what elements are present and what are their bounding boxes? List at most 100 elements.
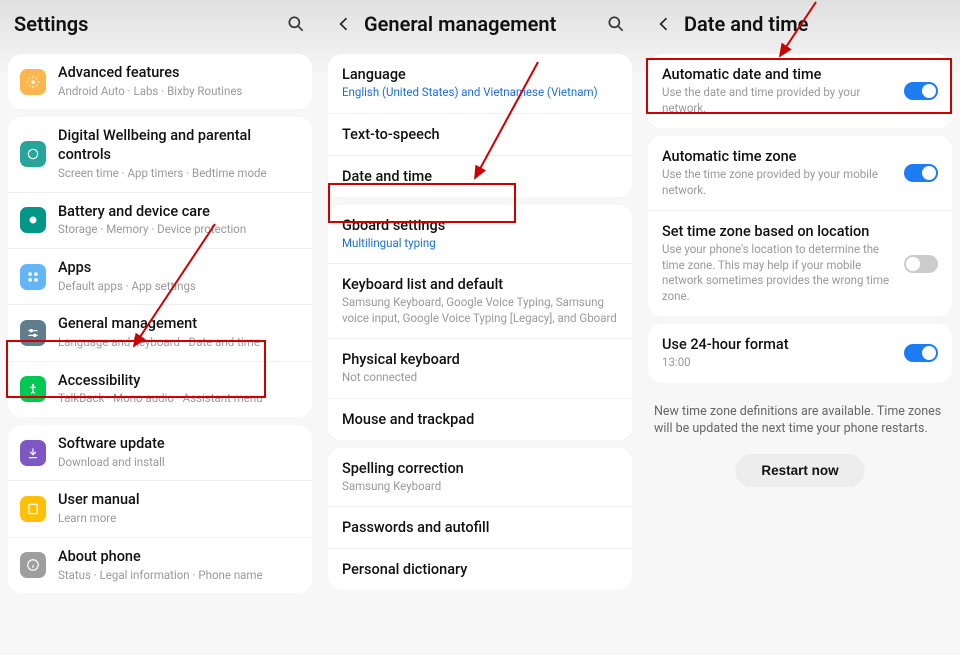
item-label: Mouse and trackpad: [342, 411, 618, 428]
back-icon[interactable]: [654, 14, 674, 34]
item-sub: Use the time zone provided by your mobil…: [662, 167, 896, 198]
item-label: Physical keyboard: [342, 351, 618, 368]
general-icon: [20, 320, 46, 346]
apps-icon: [20, 264, 46, 290]
item-label: Gboard settings: [342, 217, 618, 234]
toggle-auto-timezone[interactable]: [904, 164, 938, 182]
item-label: Spelling correction: [342, 460, 618, 477]
wellbeing-icon: [20, 141, 46, 167]
dt-item-location-timezone[interactable]: Set time zone based on location Use your …: [648, 211, 952, 316]
item-sub: English (United States) and Vietnamese (…: [342, 85, 618, 101]
item-sub: Samsung Keyboard: [342, 479, 618, 495]
settings-item-software-update[interactable]: Software updateDownload and install: [8, 425, 312, 481]
gm-item-spelling[interactable]: Spelling correction Samsung Keyboard: [328, 448, 632, 508]
settings-panel: Settings Advanced featuresAndroid Auto ·…: [0, 0, 320, 655]
restart-now-button[interactable]: Restart now: [735, 454, 864, 487]
dt-item-auto-timezone[interactable]: Automatic time zone Use the time zone pro…: [648, 136, 952, 211]
item-label: Advanced features: [58, 64, 300, 83]
item-label: Apps: [58, 259, 300, 278]
settings-item-about-phone[interactable]: About phoneStatus · Legal information · …: [8, 538, 312, 593]
item-sub: Not connected: [342, 370, 618, 386]
dt-item-24h-format[interactable]: Use 24-hour format 13:00: [648, 324, 952, 383]
item-sub: Download and install: [58, 455, 300, 471]
settings-item-general-management[interactable]: General managementLanguage and keyboard …: [8, 305, 312, 361]
item-label: Battery and device care: [58, 203, 300, 222]
item-label: Date and time: [342, 168, 618, 185]
gm-item-language[interactable]: Language English (United States) and Vie…: [328, 54, 632, 114]
timezone-note: New time zone definitions are available.…: [640, 391, 960, 444]
gm-item-physical-keyboard[interactable]: Physical keyboard Not connected: [328, 339, 632, 399]
dt-header: Date and time: [640, 0, 960, 50]
item-sub: Use the date and time provided by your n…: [662, 85, 896, 116]
item-label: Automatic date and time: [662, 66, 896, 83]
info-icon: [20, 552, 46, 578]
page-title: Settings: [14, 12, 286, 36]
back-icon[interactable]: [334, 14, 354, 34]
item-label: About phone: [58, 548, 300, 567]
item-sub: Status · Legal information · Phone name: [58, 568, 300, 584]
accessibility-icon: [20, 376, 46, 402]
settings-header: Settings: [0, 0, 320, 50]
settings-group-2: Digital Wellbeing and parental controlsS…: [8, 117, 312, 417]
item-sub: Language and keyboard · Date and time: [58, 335, 300, 351]
settings-group-1: Advanced featuresAndroid Auto · Labs · B…: [8, 54, 312, 109]
item-label: User manual: [58, 491, 300, 510]
settings-item-advanced-features[interactable]: Advanced featuresAndroid Auto · Labs · B…: [8, 54, 312, 109]
settings-item-user-manual[interactable]: User manualLearn more: [8, 481, 312, 537]
item-sub: Use your phone's location to determine t…: [662, 242, 896, 304]
gm-item-keyboard-list[interactable]: Keyboard list and default Samsung Keyboa…: [328, 264, 632, 339]
item-label: Automatic time zone: [662, 148, 896, 165]
gear-icon: [20, 69, 46, 95]
item-label: Accessibility: [58, 372, 300, 391]
dt-item-auto-date-time[interactable]: Automatic date and time Use the date and …: [648, 54, 952, 128]
item-sub: Multilingual typing: [342, 236, 618, 252]
gm-item-tts[interactable]: Text-to-speech: [328, 114, 632, 156]
settings-group-3: Software updateDownload and install User…: [8, 425, 312, 593]
item-label: Digital Wellbeing and parental controls: [58, 127, 300, 165]
toggle-location-timezone[interactable]: [904, 255, 938, 273]
settings-item-accessibility[interactable]: AccessibilityTalkBack · Mono audio · Ass…: [8, 362, 312, 417]
item-label: Use 24-hour format: [662, 336, 896, 353]
toggle-24h-format[interactable]: [904, 344, 938, 362]
battery-icon: [20, 207, 46, 233]
dt-group-2: Automatic time zone Use the time zone pro…: [648, 136, 952, 316]
general-management-panel: General management Language English (Uni…: [320, 0, 640, 655]
page-title: Date and time: [684, 12, 946, 36]
search-icon[interactable]: [286, 14, 306, 34]
dt-group-3: Use 24-hour format 13:00: [648, 324, 952, 383]
search-icon[interactable]: [606, 14, 626, 34]
item-label: Language: [342, 66, 618, 83]
gm-group-1: Language English (United States) and Vie…: [328, 54, 632, 197]
update-icon: [20, 440, 46, 466]
gm-item-gboard[interactable]: Gboard settings Multilingual typing: [328, 205, 632, 265]
item-sub: Screen time · App timers · Bedtime mode: [58, 166, 300, 182]
manual-icon: [20, 496, 46, 522]
dt-group-1: Automatic date and time Use the date and …: [648, 54, 952, 128]
gm-header: General management: [320, 0, 640, 50]
gm-group-3: Spelling correction Samsung Keyboard Pas…: [328, 448, 632, 591]
toggle-auto-date-time[interactable]: [904, 82, 938, 100]
gm-item-mouse[interactable]: Mouse and trackpad: [328, 399, 632, 440]
gm-item-dictionary[interactable]: Personal dictionary: [328, 549, 632, 590]
settings-item-digital-wellbeing[interactable]: Digital Wellbeing and parental controlsS…: [8, 117, 312, 192]
settings-item-battery[interactable]: Battery and device careStorage · Memory …: [8, 193, 312, 249]
item-label: Passwords and autofill: [342, 519, 618, 536]
item-sub: 13:00: [662, 355, 896, 371]
item-label: Text-to-speech: [342, 126, 618, 143]
item-sub: TalkBack · Mono audio · Assistant menu: [58, 391, 300, 407]
gm-item-passwords[interactable]: Passwords and autofill: [328, 507, 632, 549]
gm-item-date-and-time[interactable]: Date and time: [328, 156, 632, 197]
item-label: Keyboard list and default: [342, 276, 618, 293]
date-and-time-panel: Date and time Automatic date and time Use…: [640, 0, 960, 655]
item-sub: Samsung Keyboard, Google Voice Typing, S…: [342, 295, 618, 326]
gm-group-2: Gboard settings Multilingual typing Keyb…: [328, 205, 632, 440]
item-sub: Android Auto · Labs · Bixby Routines: [58, 84, 300, 100]
item-label: General management: [58, 315, 300, 334]
item-label: Software update: [58, 435, 300, 454]
page-title: General management: [364, 12, 606, 36]
item-sub: Default apps · App settings: [58, 279, 300, 295]
item-label: Set time zone based on location: [662, 223, 896, 240]
settings-item-apps[interactable]: AppsDefault apps · App settings: [8, 249, 312, 305]
item-sub: Storage · Memory · Device protection: [58, 222, 300, 238]
item-sub: Learn more: [58, 511, 300, 527]
